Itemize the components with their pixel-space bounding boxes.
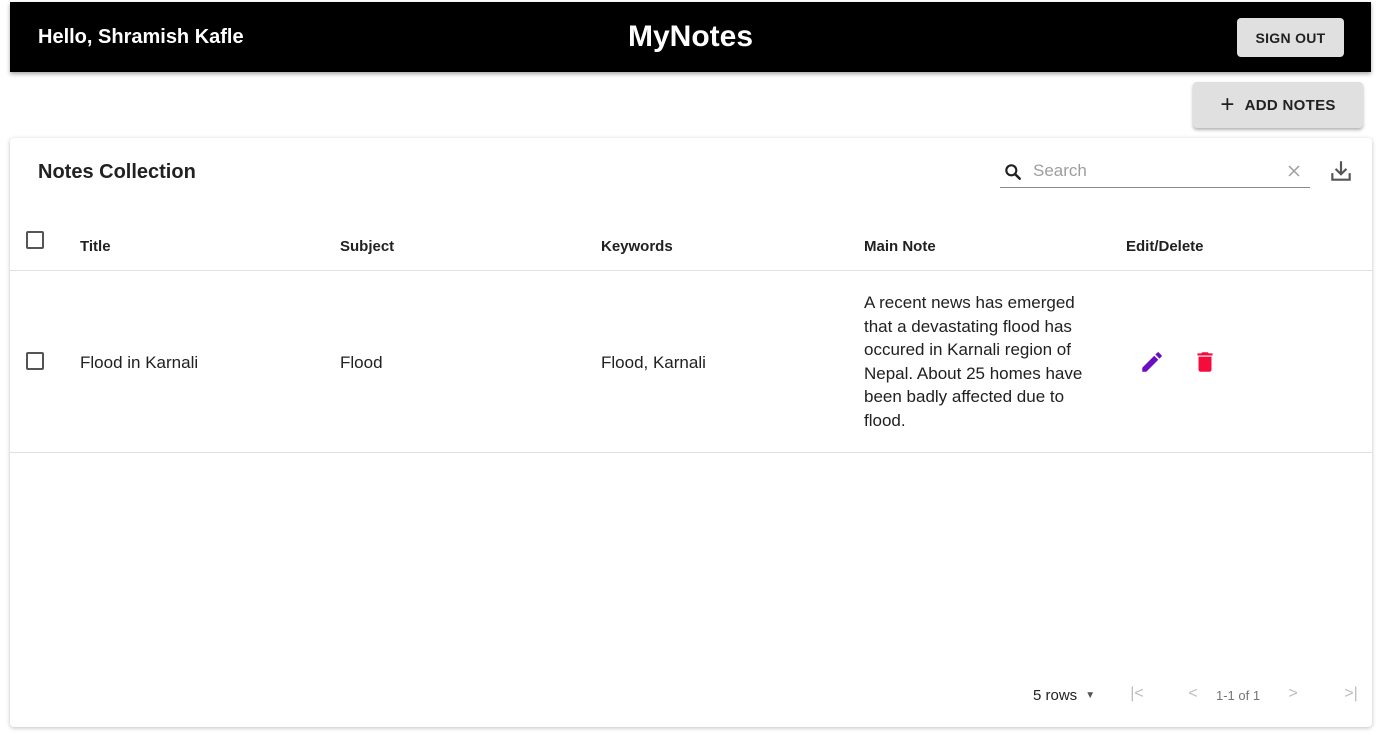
sign-out-button[interactable]: SIGN OUT [1237,18,1344,57]
search-field [1000,156,1310,188]
cell-keywords: Flood, Karnali [601,353,706,372]
row-checkbox[interactable] [26,352,44,370]
app-bar: Hello, Shramish Kafle MyNotes SIGN OUT [10,2,1371,72]
next-page-icon[interactable]: > [1282,683,1304,705]
clear-icon[interactable] [1284,161,1304,181]
table-row: Flood in Karnali Flood Flood, Karnali A … [10,272,1372,453]
page-range: 1-1 of 1 [1216,688,1261,703]
column-header-main-note[interactable]: Main Note [864,238,936,256]
add-notes-label: ADD NOTES [1244,96,1336,114]
search-icon [1005,164,1021,180]
search-input[interactable] [1031,158,1271,184]
select-all-checkbox[interactable] [26,231,44,249]
table-header-row: Title Subject Keywords Main Note Edit/De… [10,216,1372,271]
chevron-down-icon: ▼ [1085,690,1096,701]
rows-per-page-select[interactable]: 5 rows ▼ [1033,687,1095,704]
notes-table-card: Notes Collection Title Subject Keywords … [10,138,1372,727]
table-title: Notes Collection [38,161,196,183]
column-header-subject[interactable]: Subject [340,238,394,256]
column-header-keywords[interactable]: Keywords [601,238,673,256]
delete-icon[interactable] [1192,349,1218,375]
rows-per-page-value: 5 rows [1033,687,1078,704]
cell-subject: Flood [340,353,383,372]
cell-main-note: A recent news has emerged that a devasta… [864,293,1083,430]
column-header-edit-delete: Edit/Delete [1126,238,1204,255]
export-icon[interactable] [1328,158,1354,184]
app-title: MyNotes [627,20,754,53]
pagination-bar: 5 rows ▼ |< < 1-1 of 1 > >| [10,680,1372,710]
column-header-title[interactable]: Title [80,238,111,256]
prev-page-icon[interactable]: < [1182,683,1204,705]
add-notes-button[interactable]: + ADD NOTES [1193,82,1363,128]
edit-icon[interactable] [1139,349,1165,375]
cell-title: Flood in Karnali [80,353,199,372]
plus-icon: + [1220,91,1235,118]
last-page-icon[interactable]: >| [1340,683,1362,705]
first-page-icon[interactable]: |< [1126,683,1148,705]
